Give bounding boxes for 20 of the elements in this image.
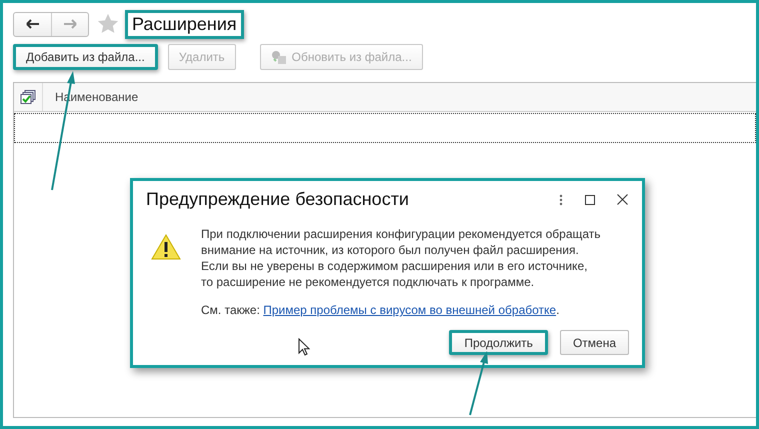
- see-also-text: См. также: Пример проблемы с вирусом во внешней обработке.: [201, 303, 560, 317]
- back-arrow-icon: [26, 19, 40, 29]
- checklist-icon: [20, 90, 36, 104]
- maximize-icon[interactable]: [585, 194, 595, 204]
- warning-icon: [151, 234, 181, 260]
- dialog-button[interactable]: Продолжить: [449, 330, 548, 355]
- see-also-link[interactable]: Пример проблемы с вирусом во внешней обработке: [263, 303, 556, 317]
- warning-message: При подключении расширения конфигурации рекомендуется обращать внимание на источник, из которого был получен файл расширения. Если вы не уверены в содержимом расширения или в его источнике, то расширение не рекомендуется подключать к программе.: [201, 226, 602, 290]
- star-icon[interactable]: [97, 13, 119, 35]
- cursor-icon: [298, 338, 310, 356]
- dialog-button[interactable]: Отмена: [560, 330, 629, 355]
- forward-arrow-icon: [63, 19, 77, 29]
- window-title: Расширения: [125, 10, 244, 38]
- annotation-arrow: [469, 351, 488, 416]
- toolbar-button[interactable]: Добавить из файла...: [13, 44, 158, 70]
- more-icon[interactable]: [559, 194, 563, 206]
- table-row[interactable]: [14, 113, 756, 143]
- update-icon: [270, 50, 287, 64]
- close-icon[interactable]: [617, 194, 628, 205]
- dialog-title: Предупреждение безопасности: [146, 189, 410, 210]
